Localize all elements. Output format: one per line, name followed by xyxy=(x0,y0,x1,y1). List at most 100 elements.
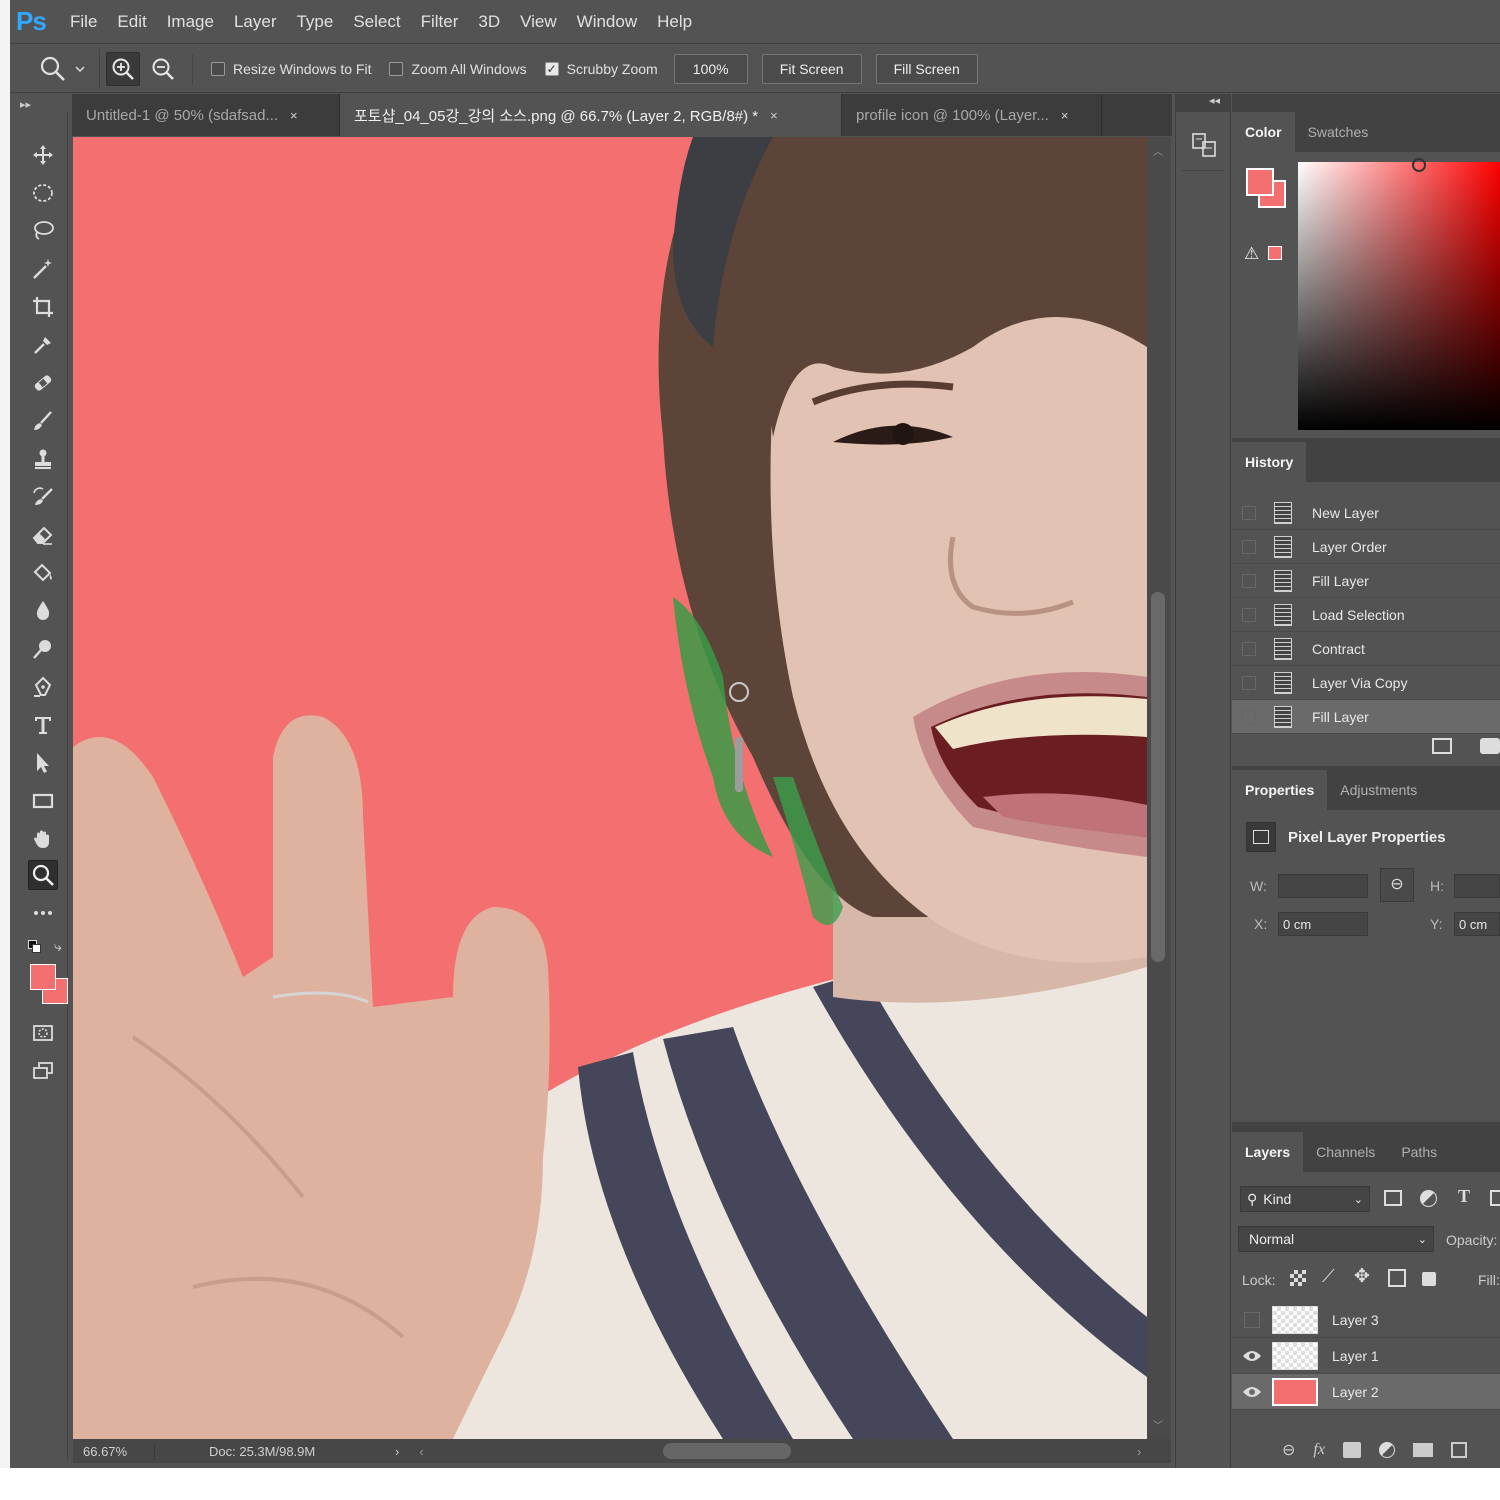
fg-color-chip[interactable] xyxy=(1246,168,1274,196)
tab-properties[interactable]: Properties xyxy=(1232,770,1328,810)
close-icon[interactable]: × xyxy=(290,108,298,123)
scroll-right-icon[interactable]: › xyxy=(1137,1444,1141,1459)
history-brush-tool-icon[interactable] xyxy=(28,482,58,512)
blur-tool-icon[interactable] xyxy=(28,596,58,626)
scroll-left-icon[interactable]: ‹ xyxy=(419,1444,423,1459)
history-item[interactable]: New Layer xyxy=(1232,496,1500,530)
scrubby-zoom-checkbox[interactable]: ✓ Scrubby Zoom xyxy=(544,61,658,77)
zoom-level[interactable]: 66.67% xyxy=(73,1443,155,1459)
zoom-in-button[interactable] xyxy=(106,51,140,86)
fill-screen-button[interactable]: Fill Screen xyxy=(875,53,978,84)
filter-adjustment-icon[interactable] xyxy=(1420,1190,1437,1207)
visibility-toggle[interactable] xyxy=(1232,1311,1272,1328)
gamut-color-chip[interactable] xyxy=(1268,246,1282,260)
history-item[interactable]: Fill Layer xyxy=(1232,564,1500,598)
tab-history[interactable]: History xyxy=(1232,442,1307,482)
horizontal-scroll-thumb[interactable] xyxy=(663,1443,791,1459)
menu-type[interactable]: Type xyxy=(286,12,343,32)
layer-row-selected[interactable]: Layer 2 xyxy=(1232,1374,1500,1410)
lasso-tool-icon[interactable] xyxy=(28,216,58,246)
layer-name[interactable]: Layer 3 xyxy=(1332,1312,1379,1328)
properties-panel-icon[interactable] xyxy=(1190,130,1220,163)
zoom-100-button[interactable]: 100% xyxy=(673,53,748,84)
vertical-scroll-thumb[interactable] xyxy=(1151,592,1165,962)
clone-stamp-tool-icon[interactable] xyxy=(28,444,58,474)
layer-row[interactable]: Layer 3 xyxy=(1232,1302,1500,1338)
vertical-scrollbar[interactable]: ︿ ﹀ xyxy=(1147,137,1171,1439)
tab-paths[interactable]: Paths xyxy=(1388,1132,1450,1172)
screen-mode-icon[interactable] xyxy=(28,1056,58,1086)
color-picker-field[interactable] xyxy=(1298,162,1500,430)
history-item[interactable]: Load Selection xyxy=(1232,598,1500,632)
eye-icon[interactable] xyxy=(1232,1385,1272,1399)
link-layers-icon[interactable]: ⊖ xyxy=(1282,1440,1295,1460)
zoom-all-windows-checkbox[interactable]: Zoom All Windows xyxy=(389,61,527,77)
layer-row[interactable]: Layer 1 xyxy=(1232,1338,1500,1374)
layer-filter-kind[interactable]: ⚲ Kind ⌄ xyxy=(1240,1186,1370,1212)
move-tool-icon[interactable] xyxy=(28,140,58,170)
layer-name[interactable]: Layer 2 xyxy=(1332,1384,1379,1400)
tab-color[interactable]: Color xyxy=(1232,112,1295,152)
rectangle-tool-icon[interactable] xyxy=(28,786,58,816)
new-document-from-state-icon[interactable] xyxy=(1432,738,1452,754)
filter-shape-icon[interactable] xyxy=(1490,1190,1500,1206)
tab-layers[interactable]: Layers xyxy=(1232,1132,1304,1172)
document-canvas[interactable] xyxy=(73,137,1147,1439)
new-group-icon[interactable] xyxy=(1412,1443,1433,1457)
marquee-tool-icon[interactable] xyxy=(28,178,58,208)
menu-file[interactable]: File xyxy=(60,12,107,32)
tab-adjustments[interactable]: Adjustments xyxy=(1327,770,1430,810)
hand-tool-icon[interactable] xyxy=(28,824,58,854)
close-icon[interactable]: × xyxy=(770,108,778,123)
dodge-tool-icon[interactable] xyxy=(28,634,58,664)
menu-image[interactable]: Image xyxy=(157,12,224,32)
menu-filter[interactable]: Filter xyxy=(411,12,469,32)
height-field[interactable] xyxy=(1454,874,1500,898)
layer-name[interactable]: Layer 1 xyxy=(1332,1348,1379,1364)
close-icon[interactable]: × xyxy=(1061,108,1069,123)
foreground-color-swatch[interactable] xyxy=(30,964,56,990)
zoom-all-box[interactable] xyxy=(389,61,404,76)
swap-colors-icon[interactable]: ⤷ xyxy=(54,938,62,955)
quick-mask-icon[interactable] xyxy=(28,1018,58,1048)
zoom-out-button[interactable] xyxy=(146,52,180,86)
tool-preset-picker[interactable] xyxy=(10,48,100,89)
history-item[interactable]: Contract xyxy=(1232,632,1500,666)
scroll-up-icon[interactable]: ︿ xyxy=(1153,143,1163,158)
tab-channels[interactable]: Channels xyxy=(1303,1132,1388,1172)
resize-windows-box[interactable] xyxy=(211,61,225,76)
link-dimensions-icon[interactable]: ⊖ xyxy=(1380,868,1414,902)
y-field[interactable]: 0 cm xyxy=(1454,912,1500,936)
doc-size[interactable]: Doc: 25.3M/98.9M xyxy=(209,1444,389,1459)
zoom-tool-icon[interactable] xyxy=(28,860,58,890)
menu-select[interactable]: Select xyxy=(343,12,410,32)
filter-type-icon[interactable]: T xyxy=(1458,1186,1470,1207)
menu-view[interactable]: View xyxy=(510,12,567,32)
tab-photo-source[interactable]: 포토샵_04_05강_강의 소스.png @ 66.7% (Layer 2, R… xyxy=(340,94,842,136)
healing-brush-tool-icon[interactable] xyxy=(28,368,58,398)
layer-mask-icon[interactable] xyxy=(1342,1442,1361,1458)
menu-help[interactable]: Help xyxy=(647,12,702,32)
new-snapshot-icon[interactable] xyxy=(1480,738,1500,754)
scroll-down-icon[interactable]: ﹀ xyxy=(1153,1417,1163,1432)
history-item-selected[interactable]: Fill Layer xyxy=(1232,700,1500,734)
menu-layer[interactable]: Layer xyxy=(224,12,287,32)
brush-tool-icon[interactable] xyxy=(28,406,58,436)
resize-windows-checkbox[interactable]: Resize Windows to Fit xyxy=(211,61,371,77)
scrubby-zoom-box[interactable]: ✓ xyxy=(544,61,559,76)
history-item[interactable]: Layer Via Copy xyxy=(1232,666,1500,700)
lock-artboard-icon[interactable] xyxy=(1388,1269,1406,1287)
eraser-tool-icon[interactable] xyxy=(28,520,58,550)
more-tools-icon[interactable] xyxy=(28,898,58,928)
path-selection-tool-icon[interactable] xyxy=(28,748,58,778)
tab-untitled-1[interactable]: Untitled-1 @ 50% (sdafsad... × xyxy=(72,94,340,136)
eyedropper-tool-icon[interactable] xyxy=(28,330,58,360)
crop-tool-icon[interactable] xyxy=(28,292,58,322)
blend-mode-select[interactable]: Normal ⌄ xyxy=(1238,1226,1434,1252)
menu-window[interactable]: Window xyxy=(567,12,647,32)
collapse-toolbox-icon[interactable]: ▸▸ xyxy=(20,98,31,111)
new-layer-icon[interactable] xyxy=(1450,1442,1467,1458)
fx-icon[interactable]: fx xyxy=(1313,1441,1325,1459)
lock-position-icon[interactable]: ✥ xyxy=(1354,1265,1370,1288)
gamut-warning-icon[interactable]: ⚠ xyxy=(1244,244,1259,264)
